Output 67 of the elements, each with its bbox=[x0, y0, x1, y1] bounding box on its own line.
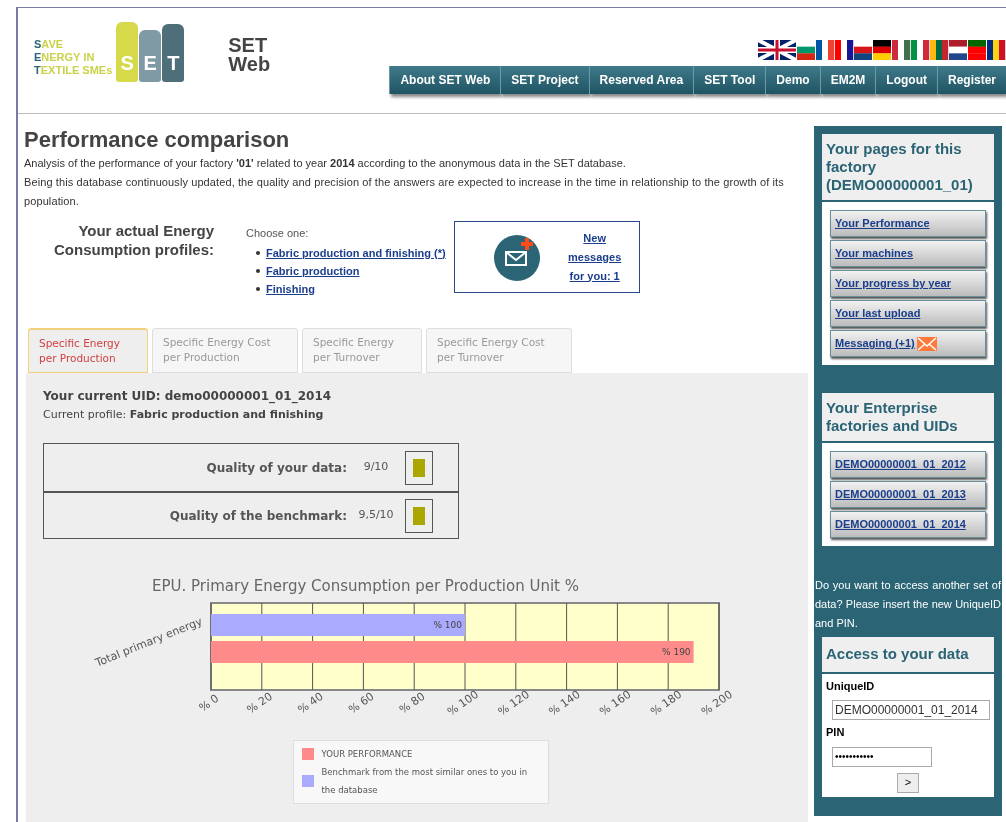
site-title: SET Web bbox=[228, 36, 271, 77]
nav-button[interactable]: SET Tool bbox=[693, 66, 766, 94]
legend-label: YOUR PERFORMANCE bbox=[321, 747, 413, 761]
nav-button[interactable]: Demo bbox=[765, 66, 820, 94]
nav-button[interactable]: Register bbox=[936, 66, 1006, 94]
bar-value-label: % 100 bbox=[432, 619, 462, 630]
axis-tick-label: % 0 bbox=[196, 691, 221, 714]
pin-label: PIN bbox=[826, 725, 846, 740]
sidebar-link[interactable]: Messaging (+1) bbox=[830, 330, 986, 357]
intro-text: Analysis of the performance of your factory '01' related to year 2014 according to the anonymous data in the SET database. bbox=[24, 156, 627, 171]
sidebar-link[interactable]: Your progress by year bbox=[830, 270, 986, 297]
axis-tick-label: % 200 bbox=[698, 687, 735, 718]
axis-tick-label: % 140 bbox=[546, 687, 583, 718]
current-uid: Your current UID: demo00000001_01_2014 bbox=[43, 387, 333, 405]
nav-button[interactable]: About SET Web bbox=[389, 66, 501, 94]
factory-link[interactable]: DEMO00000001_01_2012 bbox=[830, 451, 986, 478]
bullet-icon bbox=[256, 250, 260, 255]
quality-value: 9/10 bbox=[362, 459, 390, 476]
quality-value: 9,5/10 bbox=[357, 507, 395, 524]
factory-link[interactable]: DEMO00000001_01_2013 bbox=[830, 481, 986, 508]
mail-icon bbox=[492, 232, 543, 282]
legend-label: Benchmark from the most similar ones to you in the database bbox=[321, 765, 529, 797]
uniqueid-label: UniqueID bbox=[826, 678, 876, 694]
note-text: Being this database continuously updated, the quality and precision of the answers are expected to increase in the time in relationship to the growth of its population. bbox=[24, 175, 785, 209]
nav-button[interactable]: Logout bbox=[875, 66, 937, 94]
axis-tick-label: % 100 bbox=[444, 687, 481, 718]
axis-tick-label: % 20 bbox=[244, 689, 275, 716]
axis-tick-label: % 160 bbox=[596, 687, 633, 718]
axis-tick-label: % 40 bbox=[294, 689, 326, 716]
profile-link[interactable]: Fabric production bbox=[266, 261, 360, 280]
chart-title: EPU. Primary Energy Consumption per Production Unit % bbox=[152, 576, 579, 597]
quality-label: Quality of the benchmark: bbox=[169, 507, 347, 525]
spool-logo-letter: E bbox=[139, 30, 162, 82]
logo-text: SAVE ENERGY IN TEXTILE SMEs bbox=[34, 38, 113, 77]
choose-label: Choose one: bbox=[246, 226, 310, 241]
nav-button[interactable]: SET Project bbox=[500, 66, 589, 94]
access-prompt: Do you want to access another set of data? Please insert the new UniqueID and PIN. bbox=[815, 578, 1001, 631]
profiles-label: Your actual Energy Consumption profiles: bbox=[53, 221, 214, 260]
axis-tick-label: % 180 bbox=[647, 687, 684, 718]
axis-tick-label: % 120 bbox=[495, 687, 532, 718]
sidebar-link[interactable]: Your last upload bbox=[830, 300, 986, 327]
page-title: Performance comparison bbox=[24, 126, 291, 154]
spool-logo-letter: T bbox=[162, 24, 185, 82]
profile-link[interactable]: Fabric production and finishing (*) bbox=[266, 243, 446, 262]
sidebar-link[interactable]: Your Performance bbox=[830, 210, 986, 237]
factory-link[interactable]: DEMO00000001_01_2014 bbox=[830, 511, 986, 538]
access-title: Access to your data bbox=[822, 637, 994, 672]
bullet-icon bbox=[256, 286, 260, 291]
envelope-icon bbox=[916, 336, 937, 351]
tab[interactable]: Specific Energy per Production bbox=[28, 327, 148, 373]
spool-logo-letter: S bbox=[116, 22, 139, 82]
bullet-icon bbox=[256, 268, 260, 273]
axis-tick-label: % 60 bbox=[345, 689, 377, 716]
uniqueid-field[interactable]: DEMO00000001_01_2014 bbox=[832, 700, 990, 720]
quality-label: Quality of your data: bbox=[206, 459, 347, 477]
nav-button[interactable]: EM2M bbox=[819, 66, 876, 94]
pin-field[interactable]: ••••••••••• bbox=[832, 746, 932, 767]
submit-button[interactable]: > bbox=[897, 772, 919, 793]
bar-value-label: % 190 bbox=[661, 646, 691, 657]
new-messages-link[interactable]: New messages for you: 1 bbox=[566, 228, 623, 286]
profile-link[interactable]: Finishing bbox=[266, 279, 315, 298]
current-profile: Current profile: Fabric production and finishing bbox=[43, 406, 325, 423]
pages-title: Your pages for this factory (DEMO00000001_01) bbox=[822, 134, 994, 200]
factories-title: Your Enterprise factories and UIDs bbox=[822, 393, 994, 441]
sidebar-link[interactable]: Your machines bbox=[830, 240, 986, 267]
axis-tick-label: % 80 bbox=[396, 689, 427, 716]
nav-button[interactable]: Reserved Area bbox=[588, 66, 694, 94]
